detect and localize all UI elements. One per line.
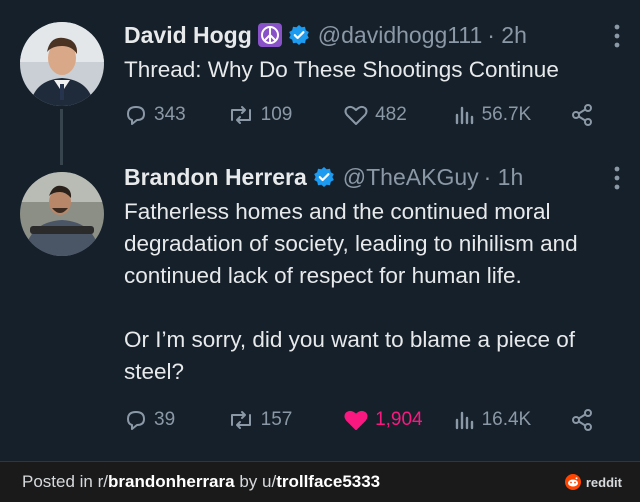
tweet-time[interactable]: · 2h [487, 20, 527, 50]
author-handle[interactable]: @TheAKGuy [343, 162, 479, 192]
share-button[interactable] [570, 408, 600, 432]
share-button[interactable] [570, 103, 600, 127]
tweet-text: Thread: Why Do These Shootings Continue [124, 57, 559, 82]
share-icon [572, 409, 593, 431]
tweet-header: Brandon Herrera @TheAKGuy · 1h [124, 162, 622, 192]
reply-count: 39 [154, 409, 176, 430]
reply-icon [127, 411, 145, 430]
reply-button[interactable]: 39 [124, 408, 227, 432]
user-link[interactable]: trollface5333 [276, 472, 380, 491]
views-count: 16.4K [481, 409, 532, 430]
author-name[interactable]: Brandon Herrera [124, 162, 307, 192]
author-name[interactable]: David Hogg [124, 20, 252, 50]
more-icon[interactable] [614, 166, 620, 190]
like-button[interactable]: 1,904 [343, 408, 454, 432]
author-handle[interactable]: @davidhogg111 [318, 20, 482, 50]
retweet-button[interactable]: 109 [227, 103, 343, 127]
like-count: 482 [375, 104, 407, 125]
retweet-icon [230, 106, 251, 124]
heart-icon [344, 410, 368, 430]
tweet-time[interactable]: · 1h [484, 162, 524, 192]
reddit-brand: reddit [564, 474, 622, 490]
more-icon[interactable] [614, 24, 620, 48]
verified-icon [288, 24, 310, 46]
reddit-wordmark: reddit [585, 474, 622, 490]
retweet-count: 109 [260, 104, 293, 125]
views-button[interactable]: 56.7K [454, 103, 570, 127]
posted-in-text: Posted in r/brandonherrara by u/trollfac… [22, 472, 380, 492]
tweet-actions: 39 157 1,904 16.4K [124, 408, 600, 432]
verified-icon [313, 166, 335, 188]
retweet-count: 157 [260, 409, 293, 430]
retweet-icon [230, 411, 251, 429]
like-count: 1,904 [375, 409, 423, 430]
thread-connector [60, 109, 63, 165]
views-icon [455, 411, 473, 430]
tweet-text: Fatherless homes and the continued moral… [124, 199, 578, 384]
subreddit-link[interactable]: brandonherrara [108, 472, 235, 491]
share-icon [572, 104, 593, 126]
posted-prefix: Posted in r/ [22, 472, 108, 491]
reply-button[interactable]: 343 [124, 103, 227, 127]
avatar-brandon-herrera[interactable] [20, 172, 104, 256]
avatar-david-hogg[interactable] [20, 22, 104, 106]
peace-icon [257, 23, 282, 47]
tweet-actions: 343 109 482 56.7K [124, 103, 600, 127]
reddit-footer: Posted in r/brandonherrara by u/trollfac… [0, 461, 640, 502]
reddit-icon [564, 474, 581, 490]
tweet-header: David Hogg @davidhogg111 · 2h [124, 20, 622, 50]
reply-count: 343 [154, 104, 186, 125]
views-icon [455, 106, 473, 125]
retweet-button[interactable]: 157 [227, 408, 343, 432]
views-count: 56.7K [481, 104, 532, 125]
reply-icon [127, 106, 145, 125]
views-button[interactable]: 16.4K [454, 408, 570, 432]
heart-icon [344, 105, 368, 125]
like-button[interactable]: 482 [343, 103, 454, 127]
posted-by: by u/ [234, 472, 277, 491]
